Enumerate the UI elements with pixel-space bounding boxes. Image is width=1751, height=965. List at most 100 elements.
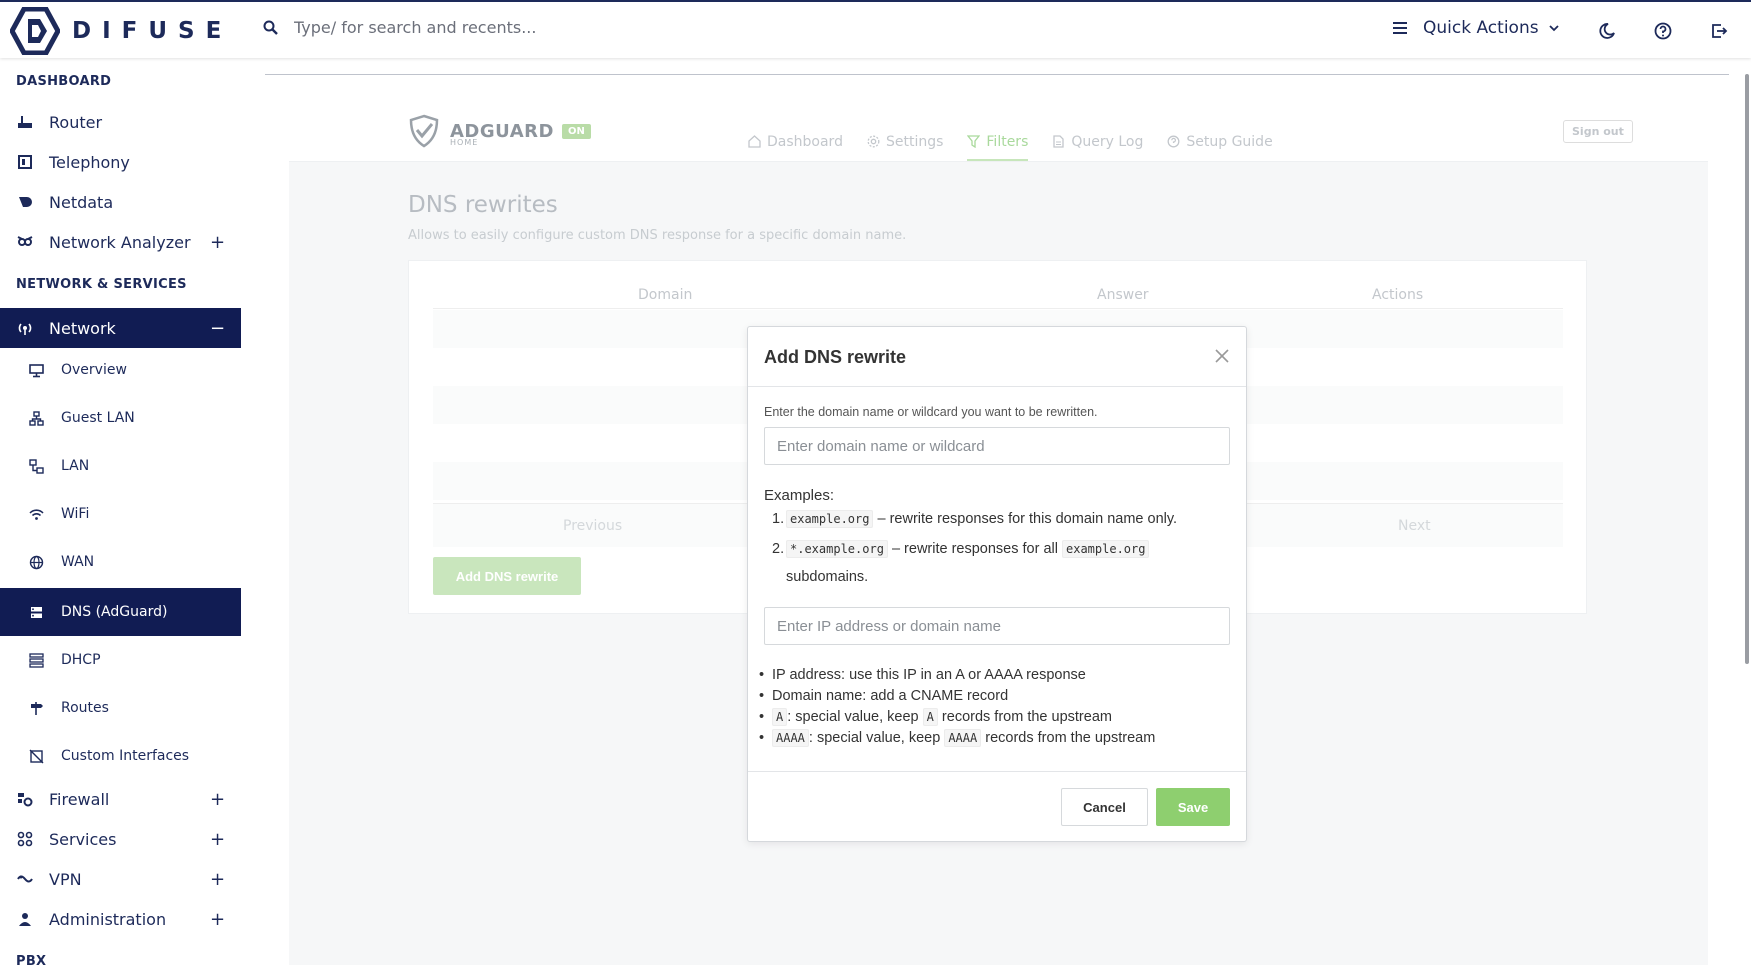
sidebar-item-label: Network Analyzer bbox=[49, 232, 191, 252]
sidebar-item-label: Telephony bbox=[49, 152, 130, 172]
adguard-nav: Dashboard Settings Filters Query Log Set… bbox=[748, 122, 1297, 161]
column-header-answer[interactable]: Answer bbox=[1097, 287, 1149, 303]
save-button[interactable]: Save bbox=[1156, 788, 1230, 826]
adguard-header: ADGUARD HOME ON Dashboard Settings Filte… bbox=[289, 102, 1708, 162]
tab-setup-guide[interactable]: Setup Guide bbox=[1167, 122, 1273, 161]
sidebar-item-label: Overview bbox=[61, 362, 127, 378]
expand-icon[interactable]: + bbox=[210, 232, 225, 253]
top-bar: DIFUSE Quick Actions bbox=[0, 0, 1751, 58]
home-icon bbox=[748, 135, 761, 148]
services-icon bbox=[17, 831, 33, 847]
sidebar-item-label: DHCP bbox=[61, 652, 101, 668]
next-button[interactable]: Next bbox=[1398, 518, 1431, 534]
answer-hint-item: A: special value, keep A records from th… bbox=[759, 708, 1112, 726]
hint-text: : special value, keep bbox=[808, 730, 941, 746]
router-icon bbox=[18, 116, 32, 128]
sidebar-subitem-dns-adguard[interactable]: DNS (AdGuard) bbox=[0, 588, 241, 636]
help-icon[interactable] bbox=[1653, 21, 1673, 41]
sidebar-item-vpn[interactable]: VPN + bbox=[0, 859, 241, 899]
tab-filters[interactable]: Filters bbox=[967, 122, 1028, 161]
modal-title: Add DNS rewrite bbox=[764, 347, 907, 367]
example-text: – rewrite responses for this domain name… bbox=[877, 511, 1178, 527]
document-icon bbox=[1053, 135, 1065, 148]
sidebar-item-label: WAN bbox=[61, 554, 95, 570]
owl-icon bbox=[17, 236, 33, 246]
answer-hint-item: Domain name: add a CNAME record bbox=[759, 688, 1008, 704]
page-subtitle: Allows to easily configure custom DNS re… bbox=[408, 228, 907, 243]
netdata-icon bbox=[19, 197, 32, 207]
add-dns-rewrite-button[interactable]: Add DNS rewrite bbox=[433, 557, 581, 595]
server-icon bbox=[31, 606, 42, 618]
hint-text: : special value, keep bbox=[787, 709, 919, 725]
sidebar: DASHBOARD Router Telephony Netdata Netwo… bbox=[0, 58, 242, 965]
sidebar-item-label: Services bbox=[49, 829, 117, 849]
sidebar-item-network[interactable]: Network − bbox=[0, 308, 241, 348]
page-scrollbar[interactable] bbox=[1745, 74, 1749, 664]
code-aaaa: AAAA bbox=[944, 729, 982, 747]
theme-toggle-icon[interactable] bbox=[1597, 21, 1617, 41]
domain-input[interactable] bbox=[764, 427, 1230, 465]
sidebar-subitem-overview[interactable]: Overview bbox=[0, 348, 241, 392]
filter-icon bbox=[967, 135, 981, 148]
sidebar-item-label: LAN bbox=[61, 458, 90, 474]
dhcp-icon bbox=[29, 652, 44, 668]
modal-footer: Cancel Save bbox=[748, 771, 1246, 841]
sidebar-item-router[interactable]: Router bbox=[0, 102, 241, 142]
user-icon bbox=[19, 913, 31, 926]
previous-button[interactable]: Previous bbox=[563, 518, 622, 534]
table-header: Domain Answer Actions bbox=[433, 283, 1563, 309]
sidebar-item-firewall[interactable]: Firewall + bbox=[0, 779, 241, 819]
sidebar-item-label: Firewall bbox=[49, 789, 110, 809]
telephony-icon bbox=[18, 155, 32, 169]
sidebar-subitem-wan[interactable]: WAN bbox=[0, 540, 241, 584]
gear-icon bbox=[867, 135, 880, 148]
quick-actions-menu[interactable]: Quick Actions bbox=[1393, 18, 1559, 38]
expand-icon[interactable]: + bbox=[210, 829, 225, 850]
sidebar-subitem-custom-interfaces[interactable]: Custom Interfaces bbox=[0, 734, 241, 778]
adguard-logo[interactable]: ADGUARD HOME ON bbox=[408, 114, 591, 148]
sidebar-item-telephony[interactable]: Telephony bbox=[0, 142, 241, 182]
lan-icon bbox=[29, 458, 44, 474]
logout-icon[interactable] bbox=[1709, 21, 1729, 41]
example-text: – rewrite responses for all bbox=[891, 541, 1058, 557]
sign-out-button[interactable]: Sign out bbox=[1563, 120, 1633, 143]
brand-name: DIFUSE bbox=[72, 18, 233, 44]
answer-input[interactable] bbox=[764, 607, 1230, 645]
hint-text: records from the upstream bbox=[985, 730, 1156, 746]
tab-query-log[interactable]: Query Log bbox=[1052, 122, 1143, 161]
sidebar-item-label: Network bbox=[49, 318, 116, 338]
sidebar-subitem-wifi[interactable]: WiFi bbox=[0, 492, 241, 536]
sidebar-item-netdata[interactable]: Netdata bbox=[0, 182, 241, 222]
tab-settings[interactable]: Settings bbox=[867, 122, 943, 161]
tab-dashboard[interactable]: Dashboard bbox=[748, 122, 843, 161]
examples-label: Examples: bbox=[764, 487, 835, 504]
sidebar-subitem-guest-lan[interactable]: Guest LAN bbox=[0, 396, 241, 440]
network-icon bbox=[18, 323, 32, 335]
sidebar-item-services[interactable]: Services + bbox=[0, 819, 241, 859]
code-aaaa: AAAA bbox=[772, 729, 809, 747]
expand-icon[interactable]: + bbox=[210, 869, 225, 890]
section-title-network-services: NETWORK & SERVICES bbox=[16, 277, 187, 292]
expand-icon[interactable]: + bbox=[210, 909, 225, 930]
example-code: example.org bbox=[1062, 540, 1150, 558]
firewall-icon bbox=[18, 793, 33, 807]
add-dns-rewrite-modal: Add DNS rewrite Enter the domain name or… bbox=[747, 326, 1247, 842]
close-icon[interactable] bbox=[1213, 347, 1231, 365]
cancel-button[interactable]: Cancel bbox=[1061, 788, 1148, 826]
sidebar-subitem-dhcp[interactable]: DHCP bbox=[0, 638, 241, 682]
global-search[interactable] bbox=[262, 18, 894, 37]
sidebar-subitem-lan[interactable]: LAN bbox=[0, 444, 241, 488]
sidebar-item-administration[interactable]: Administration + bbox=[0, 899, 241, 939]
sidebar-item-label: Custom Interfaces bbox=[61, 748, 190, 764]
expand-icon[interactable]: + bbox=[210, 789, 225, 810]
sidebar-subitem-routes[interactable]: Routes bbox=[0, 686, 241, 730]
column-header-domain[interactable]: Domain bbox=[638, 287, 692, 303]
brand-logo[interactable]: DIFUSE bbox=[10, 7, 232, 55]
vpn-icon bbox=[17, 875, 33, 883]
search-input[interactable] bbox=[294, 18, 894, 37]
chevron-down-icon bbox=[1548, 24, 1559, 31]
sidebar-item-network-analyzer[interactable]: Network Analyzer + bbox=[0, 222, 241, 262]
help-circle-icon bbox=[1167, 135, 1180, 148]
sidebar-item-label: Guest LAN bbox=[61, 410, 135, 426]
collapse-icon[interactable]: − bbox=[210, 318, 225, 339]
